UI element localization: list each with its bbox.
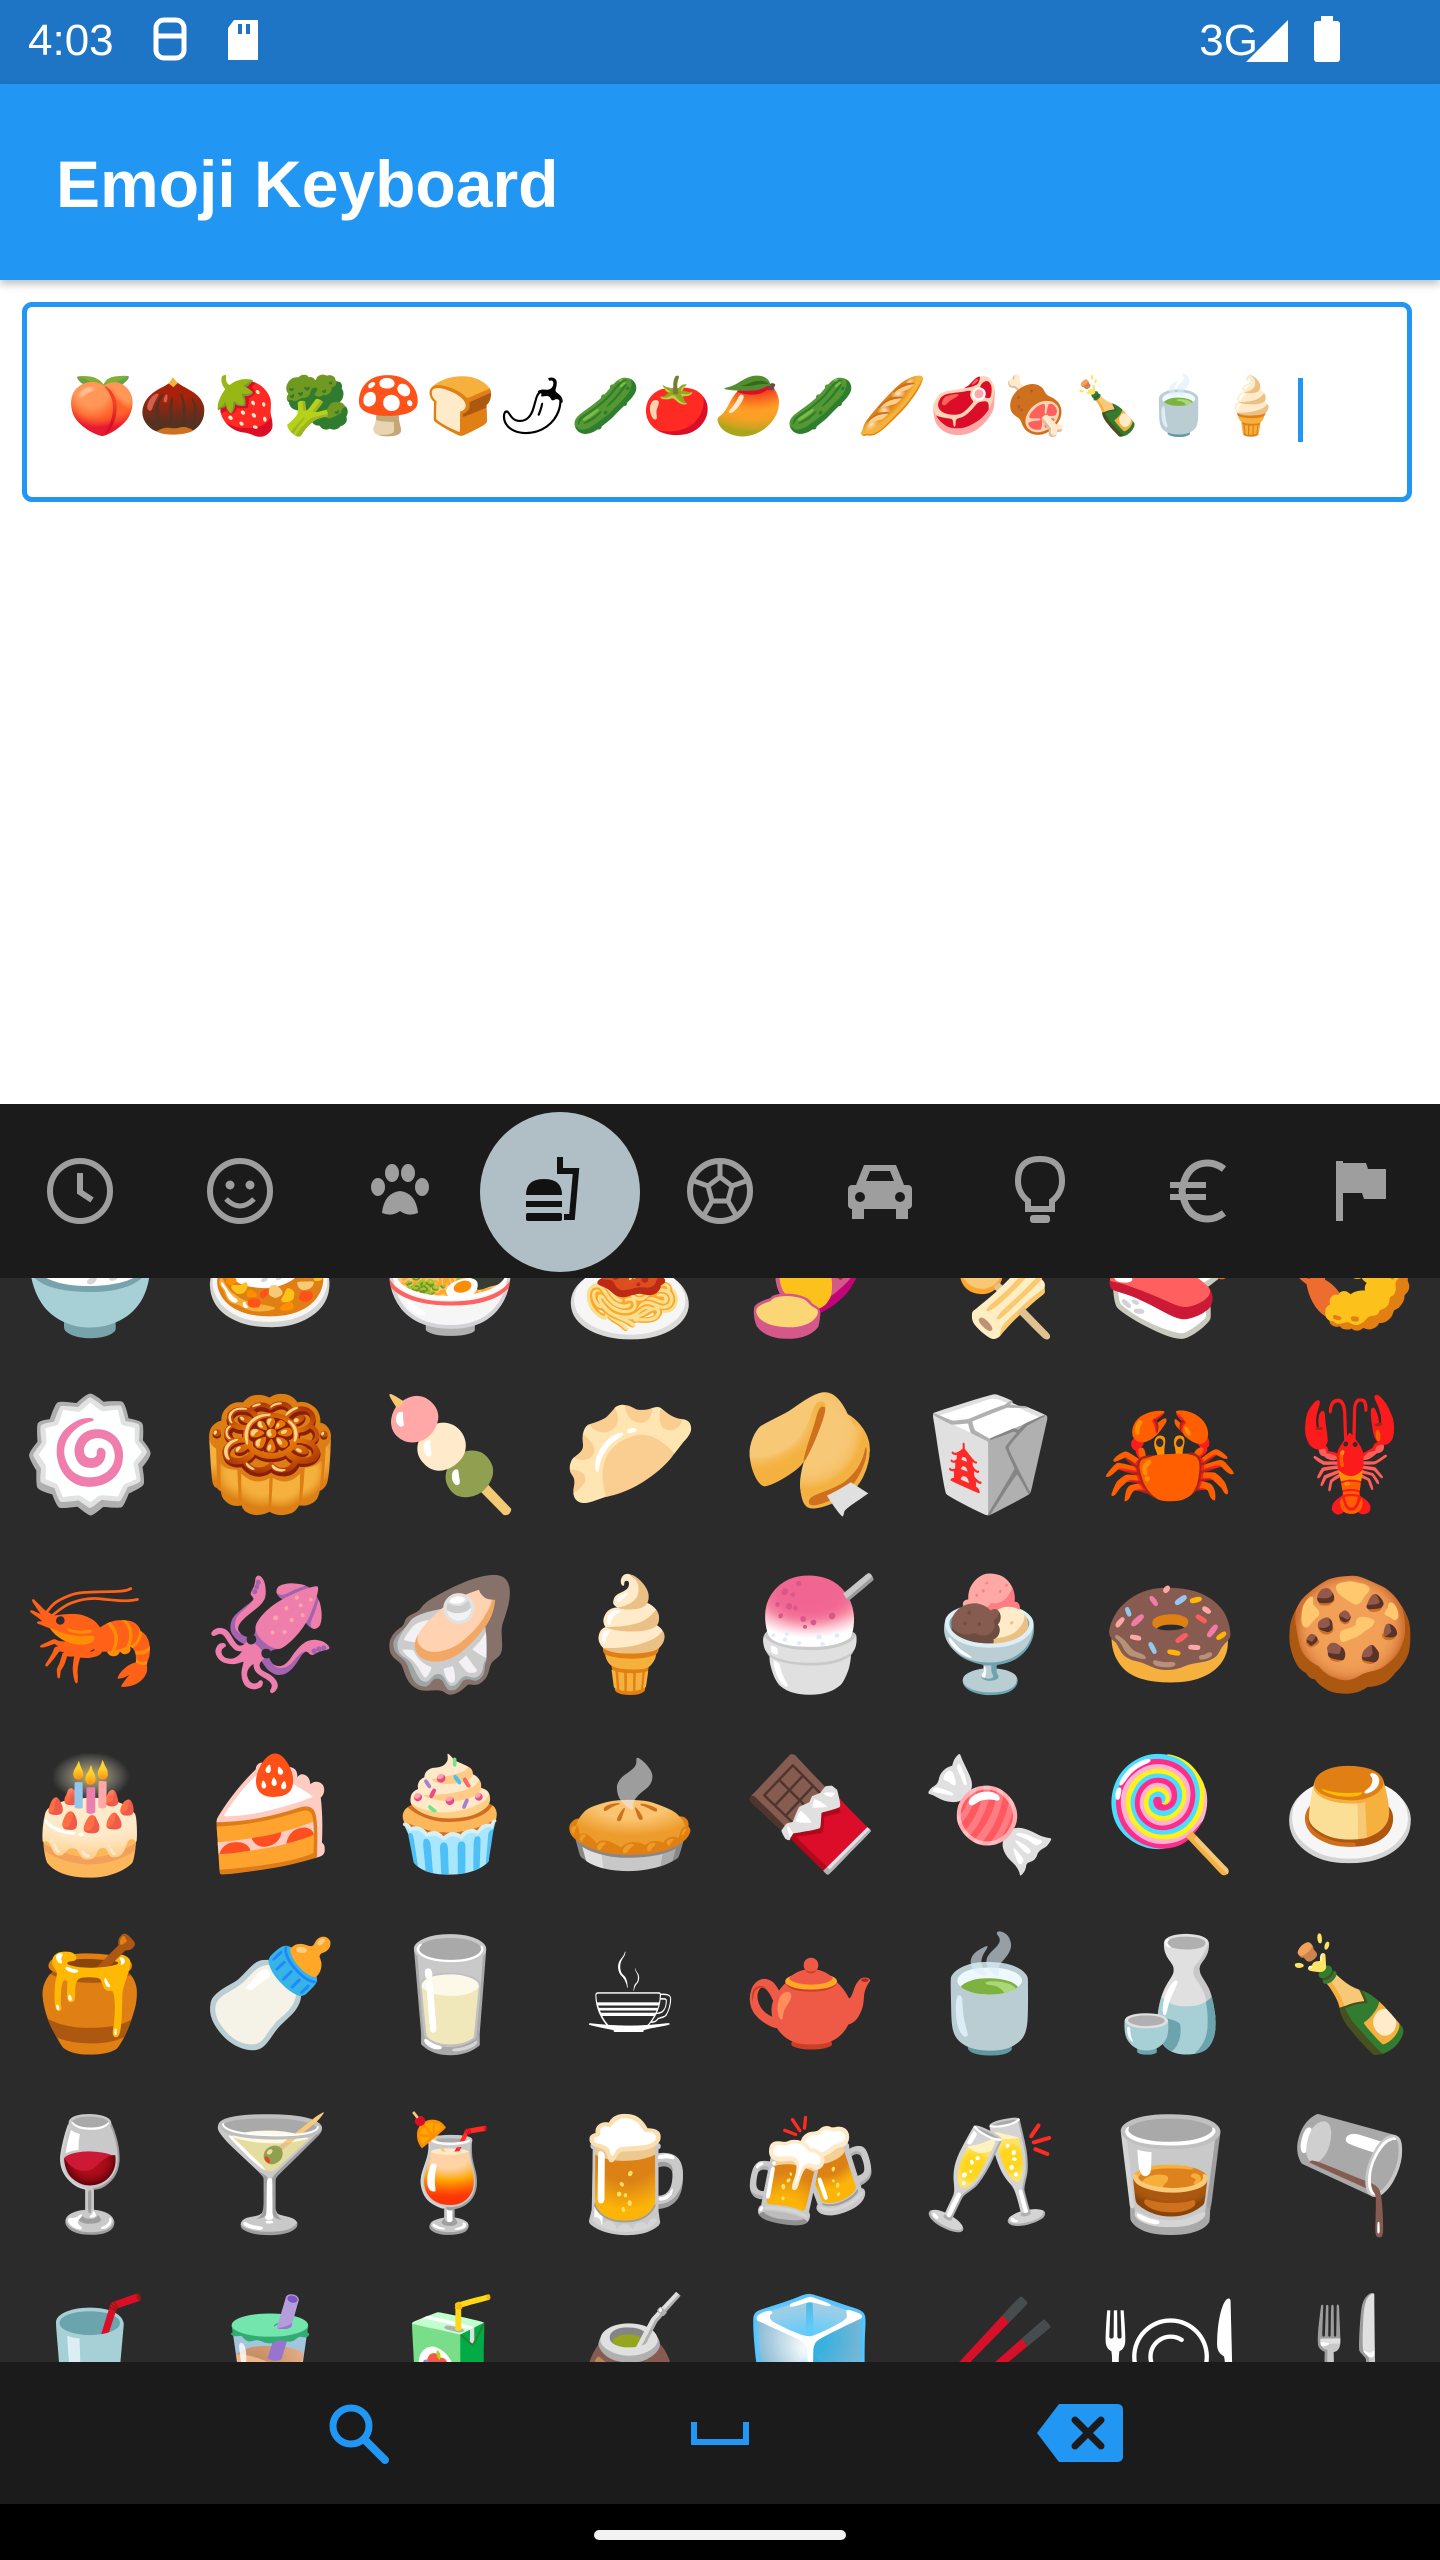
text-field-value: 🍑🌰🍓🥦🍄🍞🌶🥒🍅🥭🥒🥖🥩🍖🍾🍵🍦 (67, 374, 1288, 439)
emoji-key[interactable]: 🥮 (180, 1364, 360, 1544)
emoji-key[interactable]: 🍽 (1080, 2264, 1260, 2363)
emoji-key[interactable]: 🍷 (0, 2084, 180, 2264)
emoji-key[interactable]: 🍾 (1260, 1904, 1440, 2084)
battery-icon (1310, 14, 1344, 71)
emoji-key[interactable]: 🦪 (360, 1544, 540, 1724)
emoji-key[interactable]: 🍡 (360, 1364, 540, 1544)
emoji-key[interactable]: 🍫 (720, 1724, 900, 1904)
emoji-key[interactable]: 🥂 (900, 2084, 1080, 2264)
emoji-key[interactable]: 🍼 (180, 1904, 360, 2084)
emoji-key[interactable]: 🍤 (1260, 1278, 1440, 1368)
space-icon (691, 2422, 749, 2445)
emoji-key[interactable]: 🥃 (1080, 2084, 1260, 2264)
emoji-key[interactable]: 🍧 (720, 1544, 900, 1724)
emoji-key[interactable]: 🍵 (900, 1904, 1080, 2084)
emoji-key[interactable]: 🍶 (1080, 1904, 1260, 2084)
emoji-key[interactable]: 🍪 (1260, 1544, 1440, 1724)
keyboard-bottom-bar (0, 2362, 1440, 2504)
emoji-key[interactable]: 🍺 (540, 2084, 720, 2264)
emoji-key[interactable]: 🍝 (540, 1278, 720, 1368)
emoji-key[interactable]: 🥢 (900, 2264, 1080, 2363)
category-tab-smileys[interactable] (160, 1104, 320, 1278)
emoji-key[interactable]: 🥛 (360, 1904, 540, 2084)
app-bar: Emoji Keyboard (0, 84, 1440, 280)
sd-card-icon (222, 14, 266, 71)
emoji-key[interactable]: 🥡 (900, 1364, 1080, 1544)
category-tab-recent[interactable] (0, 1104, 160, 1278)
emoji-key[interactable]: 🦐 (0, 1544, 180, 1724)
status-time: 4:03 (28, 16, 114, 65)
car-icon (848, 1165, 912, 1219)
emoji-key[interactable]: 🫗 (1260, 2084, 1440, 2264)
emoji-key[interactable]: 🫖 (720, 1904, 900, 2084)
emoji-key[interactable]: 🧋 (180, 2264, 360, 2363)
emoji-key[interactable]: 🍬 (900, 1724, 1080, 1904)
emoji-key[interactable]: 🍜 (360, 1278, 540, 1368)
paw-icon (371, 1164, 429, 1215)
emoji-key[interactable]: 🧁 (360, 1724, 540, 1904)
category-tab-food[interactable] (480, 1104, 640, 1278)
category-tab-objects[interactable] (960, 1104, 1120, 1278)
emoji-key[interactable]: 🍨 (900, 1544, 1080, 1724)
home-gesture-handle[interactable] (594, 2530, 846, 2540)
emoji-key[interactable]: 🍦 (540, 1544, 720, 1724)
emoji-text-field[interactable]: 🍑🌰🍓🥦🍄🍞🌶🥒🍅🥭🥒🥖🥩🍖🍾🍵🍦 (22, 302, 1412, 502)
emoji-key[interactable]: 🧉 (540, 2264, 720, 2363)
emoji-key[interactable]: 🦞 (1260, 1364, 1440, 1544)
emoji-key[interactable]: 🧊 (720, 2264, 900, 2363)
emoji-key[interactable]: 🍚 (0, 1278, 180, 1368)
status-bar: 4:03 3G (0, 0, 1440, 84)
emoji-key[interactable]: 🍮 (1260, 1724, 1440, 1904)
category-tab-travel[interactable] (800, 1104, 960, 1278)
emoji-key[interactable]: 🍥 (0, 1364, 180, 1544)
category-tab-animals[interactable] (320, 1104, 480, 1278)
emoji-key[interactable]: 🍰 (180, 1724, 360, 1904)
emoji-key[interactable]: 🦀 (1080, 1364, 1260, 1544)
emoji-key[interactable]: 🍢 (900, 1278, 1080, 1368)
emoji-category-bar (0, 1104, 1440, 1278)
emoji-key[interactable]: 🥧 (540, 1724, 720, 1904)
space-button[interactable] (620, 2362, 820, 2504)
backspace-icon (1037, 2404, 1123, 2462)
emoji-key[interactable]: 🍸 (180, 2084, 360, 2264)
emoji-key[interactable]: 🍹 (360, 2084, 540, 2264)
emoji-key[interactable]: 🍴 (1260, 2264, 1440, 2363)
emoji-key[interactable]: 🎂 (0, 1724, 180, 1904)
emoji-key[interactable]: 🍠 (720, 1278, 900, 1368)
app-title: Emoji Keyboard (56, 147, 559, 221)
backspace-button[interactable] (980, 2362, 1180, 2504)
navigation-bar (0, 2504, 1440, 2560)
fastfood-icon (526, 1157, 580, 1221)
sim-icon (148, 14, 192, 71)
emoji-key[interactable]: 🍩 (1080, 1544, 1260, 1724)
flag-icon (1336, 1161, 1386, 1221)
euro-icon (1170, 1159, 1227, 1223)
emoji-key[interactable]: 🧃 (360, 2264, 540, 2363)
category-tab-activities[interactable] (640, 1104, 800, 1278)
emoji-key[interactable]: 🥤 (0, 2264, 180, 2363)
lightbulb-icon (1014, 1155, 1066, 1223)
emoji-key[interactable]: 🥟 (540, 1364, 720, 1544)
text-cursor (1297, 377, 1303, 442)
emoji-key[interactable]: 🥠 (720, 1364, 900, 1544)
emoji-key[interactable]: ☕ (540, 1904, 720, 2084)
emoji-key[interactable]: 🦑 (180, 1544, 360, 1724)
clock-icon (47, 1158, 113, 1224)
smiley-icon (207, 1158, 273, 1224)
category-tab-symbols[interactable] (1120, 1104, 1280, 1278)
emoji-key[interactable]: 🍛 (180, 1278, 360, 1368)
emoji-key[interactable]: 🍣 (1080, 1278, 1260, 1368)
emoji-key[interactable]: 🍻 (720, 2084, 900, 2264)
category-tab-flags[interactable] (1280, 1104, 1440, 1278)
emoji-key[interactable]: 🍯 (0, 1904, 180, 2084)
emoji-key[interactable]: 🍭 (1080, 1724, 1260, 1904)
search-button[interactable] (258, 2362, 458, 2504)
signal-icon (1244, 14, 1290, 71)
emoji-grid: 🍚🍛🍜🍝🍠🍢🍣🍤 🍥🥮🍡🥟🥠🥡🦀🦞 🦐🦑🦪🍦🍧🍨🍩🍪 🎂🍰🧁🥧🍫🍬🍭🍮 🍯🍼🥛☕🫖🍵🍶🍾… (0, 1278, 1440, 2362)
search-icon (329, 2404, 389, 2464)
soccer-ball-icon (687, 1158, 753, 1224)
